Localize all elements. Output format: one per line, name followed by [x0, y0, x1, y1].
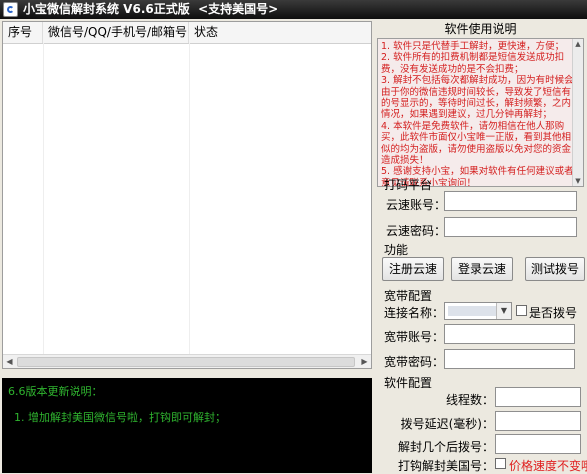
platform-account-input[interactable]: [444, 191, 577, 211]
platform-section-title: 打码平台: [384, 178, 433, 192]
dialup-label: 是否拨号: [529, 306, 578, 320]
functions-section-title: 功能: [384, 243, 409, 257]
us-number-warning: 价格速度不变哦: [509, 459, 587, 473]
connection-name-label: 连接名称：: [383, 306, 444, 320]
list-header: 序号 微信号/QQ/手机号/邮箱号 状态: [3, 22, 371, 44]
login-button[interactable]: 登录云速: [451, 257, 513, 281]
column-header-account[interactable]: 微信号/QQ/手机号/邮箱号: [43, 22, 189, 43]
redial-after-label: 解封几个后拨号：: [397, 440, 494, 454]
chevron-down-icon[interactable]: ▼: [496, 303, 511, 319]
app-icon: [3, 2, 18, 17]
window-title: 小宝微信解封系统 V6.6正式版 <支持美国号>: [23, 2, 279, 16]
update-log-console: 6.6版本更新说明： 1. 增加解封美国微信号啦，打钩即可解封；: [2, 378, 372, 473]
scroll-left-icon[interactable]: ◀: [3, 355, 16, 368]
broadband-account-label: 宽带账号：: [383, 330, 444, 344]
horizontal-scrollbar[interactable]: ◀ ▶: [3, 354, 371, 368]
result-list[interactable]: 序号 微信号/QQ/手机号/邮箱号 状态 ◀ ▶: [2, 21, 372, 369]
dialup-checkbox[interactable]: [516, 305, 527, 316]
help-paragraph: 3. 解封不包括每次都解封成功，因为有时候会由于你的微信违规时间较长，导致发了短…: [381, 75, 574, 121]
help-text-box[interactable]: 1. 软件只是代替手工解封，更快速，方便； 2. 软件所有的扣费机制都是短信发送…: [377, 38, 584, 187]
broadband-account-input[interactable]: [444, 324, 575, 344]
help-scrollbar[interactable]: ▲ ▼: [572, 39, 583, 186]
help-paragraph: 2. 软件所有的扣费机制都是短信发送成功扣费，没有发送成功的是不会扣费；: [381, 52, 565, 75]
dial-delay-label: 拨号延迟(毫秒)：: [400, 417, 494, 431]
column-header-status[interactable]: 状态: [189, 22, 371, 43]
broadband-password-input[interactable]: [444, 349, 575, 369]
dial-delay-input[interactable]: [495, 411, 581, 431]
platform-password-input[interactable]: [444, 217, 577, 237]
column-divider: [189, 43, 190, 368]
platform-account-label: 云速账号：: [386, 198, 447, 212]
broadband-password-label: 宽带密码：: [383, 355, 444, 369]
threads-label: 线程数：: [445, 393, 494, 407]
test-dial-button[interactable]: 测试拨号: [525, 257, 585, 281]
register-button[interactable]: 注册云速: [382, 257, 444, 281]
platform-password-label: 云速密码：: [386, 224, 447, 238]
software-section-title: 软件配置: [384, 376, 433, 390]
console-line: 1. 增加解封美国微信号啦，打钩即可解封；: [14, 411, 226, 424]
column-header-index[interactable]: 序号: [3, 22, 43, 43]
scrollbar-thumb[interactable]: [17, 357, 355, 367]
redial-after-input[interactable]: [495, 434, 581, 454]
help-paragraph: 4. 本软件是免费软件，请勿相信在他人那购买，此软件市面仅小宝唯一正版，看到其他…: [381, 120, 572, 167]
scroll-right-icon[interactable]: ▶: [358, 355, 371, 368]
connection-name-select[interactable]: ▼: [444, 302, 512, 320]
console-line: 6.6版本更新说明：: [8, 385, 103, 398]
threads-input[interactable]: [495, 387, 581, 407]
us-number-checkbox[interactable]: [495, 458, 506, 469]
help-paragraph: 1. 软件只是代替手工解封，更快速，方便；: [381, 41, 565, 52]
help-title: 软件使用说明: [444, 22, 517, 36]
us-number-label: 打钩解封美国号：: [397, 459, 494, 473]
scroll-down-icon[interactable]: ▼: [574, 177, 582, 185]
title-bar: 小宝微信解封系统 V6.6正式版 <支持美国号>: [0, 0, 587, 19]
column-divider: [43, 43, 44, 368]
settings-panel: 软件使用说明 1. 软件只是代替手工解封，更快速，方便； 2. 软件所有的扣费机…: [374, 19, 587, 473]
broadband-section-title: 宽带配置: [384, 289, 433, 303]
scroll-up-icon[interactable]: ▲: [574, 40, 582, 48]
